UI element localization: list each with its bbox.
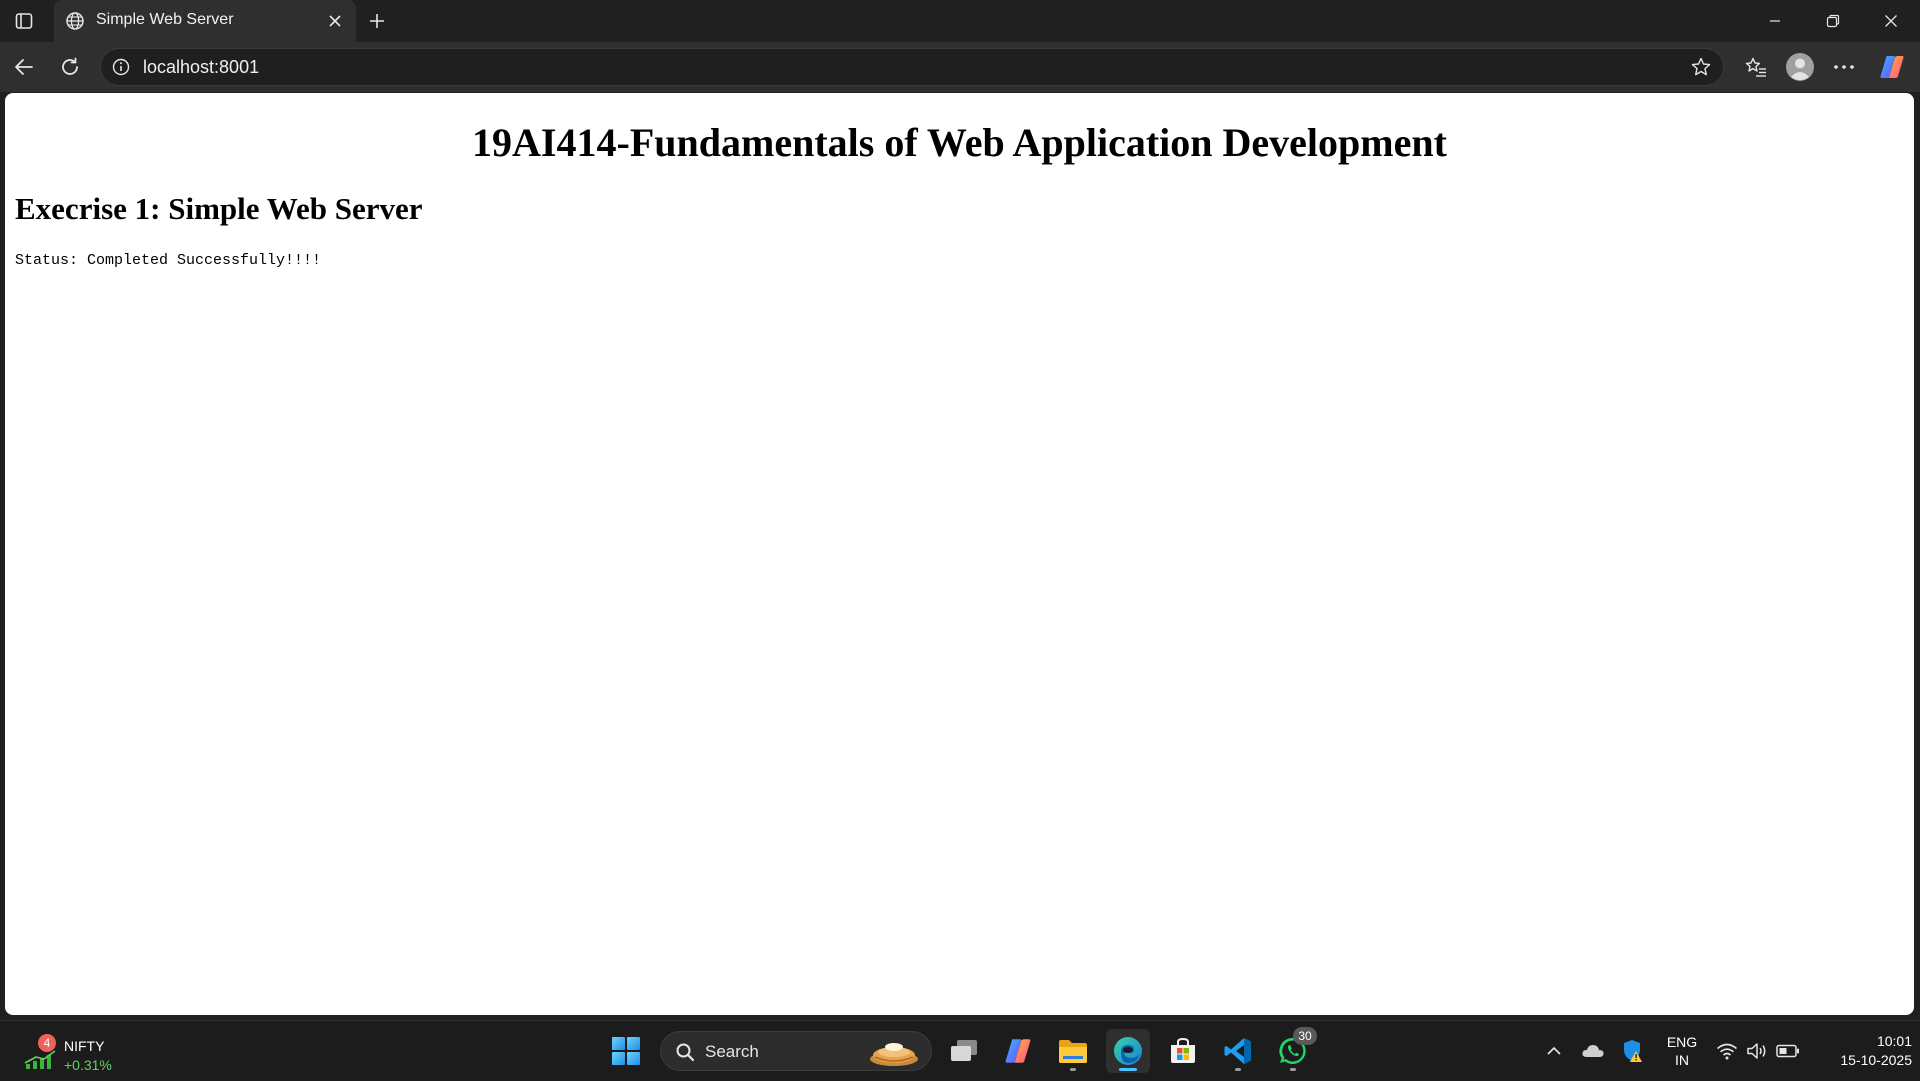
- file-explorer-button[interactable]: [1051, 1029, 1095, 1073]
- back-button[interactable]: [6, 50, 42, 84]
- refresh-button[interactable]: [52, 50, 88, 84]
- close-window-button[interactable]: [1862, 0, 1920, 42]
- taskbar: 4 NIFTY +0.31% Search 30 ENG IN 10:01 15…: [0, 1020, 1920, 1081]
- vscode-icon: [1224, 1038, 1251, 1064]
- vscode-button[interactable]: [1216, 1029, 1260, 1073]
- language-region: IN: [1675, 1052, 1689, 1068]
- page-heading: 19AI414-Fundamentals of Web Application …: [472, 120, 1447, 165]
- language-code: ENG: [1666, 1034, 1698, 1050]
- restore-button[interactable]: [1804, 0, 1862, 42]
- running-indicator: [1070, 1068, 1076, 1071]
- close-tab-icon[interactable]: [320, 6, 350, 36]
- search-icon: [673, 1040, 697, 1064]
- notification-badge: 4: [38, 1034, 56, 1052]
- url-text[interactable]: localhost:8001: [143, 57, 259, 78]
- clock-time: 10:01: [1876, 1033, 1912, 1049]
- tab-title: Simple Web Server: [96, 11, 234, 28]
- tab-actions-icon[interactable]: [6, 6, 42, 36]
- clock-date: 15-10-2025: [1840, 1052, 1912, 1068]
- tab-strip: Simple Web Server: [0, 0, 1920, 42]
- more-options-icon[interactable]: [1826, 50, 1862, 84]
- stock-change: +0.31%: [64, 1057, 112, 1073]
- copilot-app-icon: [1005, 1039, 1031, 1063]
- start-button[interactable]: [604, 1029, 648, 1073]
- clock[interactable]: 10:01 15-10-2025: [1808, 1032, 1912, 1070]
- task-view-icon: [951, 1040, 977, 1061]
- show-hidden-icons-chevron-icon[interactable]: [1540, 1029, 1568, 1073]
- input-language-indicator[interactable]: ENG IN: [1660, 1033, 1704, 1069]
- pie-highlight-icon: [870, 1043, 918, 1066]
- browser-toolbar: localhost:8001: [0, 42, 1920, 92]
- taskbar-copilot-button[interactable]: [996, 1029, 1040, 1073]
- search-label: Search: [705, 1042, 759, 1061]
- favorites-list-icon[interactable]: [1738, 50, 1774, 84]
- stock-widget[interactable]: 4 NIFTY +0.31%: [22, 1028, 132, 1074]
- folder-icon: [1059, 1040, 1087, 1063]
- windows-security-icon[interactable]: [1618, 1029, 1648, 1073]
- globe-icon: [64, 10, 86, 32]
- page-subheading: Execrise 1: Simple Web Server: [15, 191, 423, 226]
- edge-button[interactable]: [1106, 1029, 1150, 1073]
- microsoft-store-button[interactable]: [1161, 1029, 1205, 1073]
- minimize-button[interactable]: [1746, 0, 1804, 42]
- active-indicator: [1119, 1068, 1137, 1071]
- favorite-star-icon[interactable]: [1687, 54, 1715, 80]
- battery-icon[interactable]: [1774, 1029, 1802, 1073]
- edge-icon: [1114, 1037, 1142, 1065]
- stock-name: NIFTY: [64, 1038, 105, 1054]
- windows-logo-icon: [612, 1037, 640, 1065]
- status-text: Status: Completed Successfully!!!!: [15, 252, 322, 269]
- stock-chart-icon: [24, 1050, 56, 1069]
- task-view-button[interactable]: [942, 1029, 986, 1073]
- whatsapp-badge: 30: [1293, 1027, 1317, 1045]
- taskbar-search[interactable]: Search: [660, 1031, 932, 1071]
- site-info-icon[interactable]: [109, 55, 133, 79]
- volume-icon[interactable]: [1744, 1029, 1770, 1073]
- store-icon: [1171, 1037, 1195, 1063]
- new-tab-button[interactable]: [362, 6, 392, 36]
- running-indicator: [1290, 1068, 1296, 1071]
- copilot-icon[interactable]: [1874, 50, 1910, 84]
- profile-avatar-icon[interactable]: [1782, 50, 1818, 84]
- browser-tab[interactable]: Simple Web Server: [54, 0, 356, 42]
- whatsapp-button[interactable]: 30: [1271, 1027, 1317, 1073]
- running-indicator: [1235, 1068, 1241, 1071]
- onedrive-cloud-icon[interactable]: [1578, 1029, 1608, 1073]
- address-bar[interactable]: localhost:8001: [100, 48, 1724, 86]
- web-page: 19AI414-Fundamentals of Web Application …: [5, 93, 1914, 1015]
- wifi-icon[interactable]: [1714, 1029, 1740, 1073]
